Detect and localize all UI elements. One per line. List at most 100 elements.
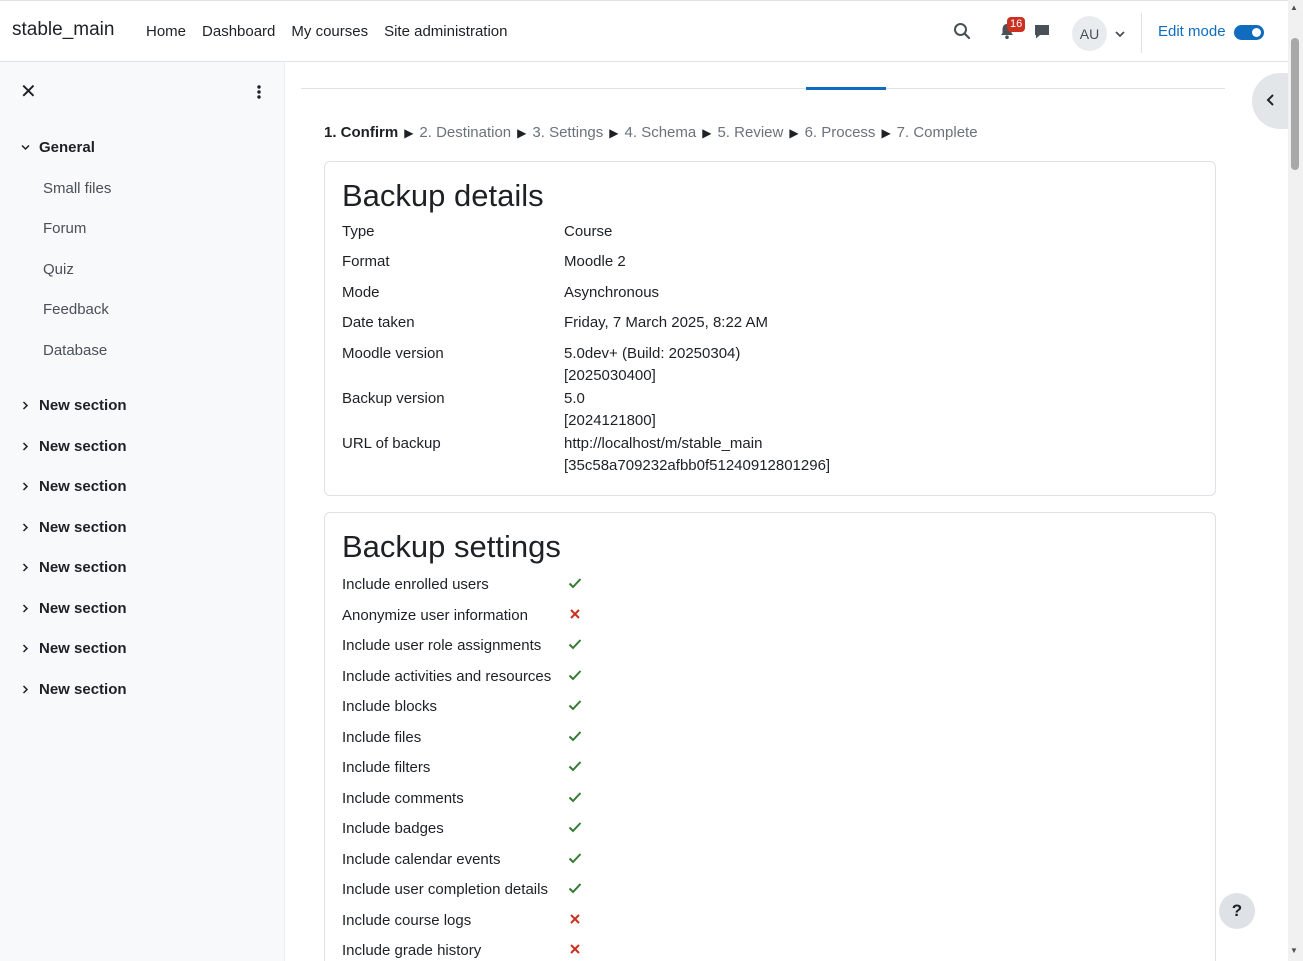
step-arrow-icon: ▶ — [881, 126, 891, 140]
sidebar-section-new-section[interactable]: New section — [20, 681, 127, 698]
setting-label: Include activities and resources — [342, 667, 552, 685]
backup-progress-steps: 1. Confirm ▶ 2. Destination ▶ 3. Settings ▶ 4.… — [324, 124, 978, 141]
primary-navigation: Home Dashboard My courses Site administr… — [146, 23, 508, 40]
setting-row: Include blocks — [342, 696, 582, 718]
setting-row: Include comments — [342, 788, 582, 810]
cross-icon — [568, 912, 582, 930]
backup-settings-heading: Backup settings — [342, 529, 561, 564]
site-brand[interactable]: stable_main — [12, 19, 114, 41]
sidebar-item-small-files[interactable]: Small files — [43, 180, 111, 197]
user-menu-chevron-icon[interactable] — [1114, 27, 1126, 44]
step-arrow-icon: ▶ — [609, 126, 619, 140]
scrollbar-thumb[interactable] — [1291, 38, 1299, 170]
nav-link-dashboard[interactable]: Dashboard — [202, 23, 275, 40]
chevron-left-icon — [1266, 94, 1274, 106]
backup-details-heading: Backup details — [342, 178, 544, 213]
sidebar-section-new-section[interactable]: New section — [20, 397, 127, 414]
detail-label: Format — [342, 253, 390, 270]
check-icon — [568, 759, 582, 777]
detail-label: Mode — [342, 284, 380, 301]
setting-label: Include files — [342, 728, 422, 746]
setting-row: Include course logs — [342, 910, 580, 932]
sidebar-section-label: New section — [39, 681, 127, 698]
detail-value: Asynchronous — [564, 284, 660, 301]
detail-value: 5.0dev+ (Build: 20250304) [2025030400] — [564, 343, 740, 387]
sidebar-section-general[interactable]: General — [20, 139, 95, 156]
secondary-nav-divider — [301, 88, 1225, 89]
check-icon — [568, 881, 582, 899]
sidebar-section-label: New section — [39, 600, 127, 617]
detail-value: Course — [564, 223, 613, 240]
detail-value-line: 5.0 — [564, 390, 585, 407]
nav-link-site-administration[interactable]: Site administration — [384, 23, 507, 40]
sidebar-section-new-section[interactable]: New section — [20, 559, 127, 576]
detail-row-date-taken: Date taken Friday, 7 March 2025, 8:22 AM — [342, 312, 768, 334]
setting-row: Include files — [342, 727, 582, 749]
scroll-down-arrow-icon[interactable]: ▼ — [1290, 946, 1298, 955]
detail-label: Backup version — [342, 390, 445, 407]
setting-label: Include comments — [342, 789, 464, 807]
chevron-right-icon — [22, 401, 29, 410]
edit-mode-label[interactable]: Edit mode — [1158, 23, 1226, 40]
step-confirm: 1. Confirm — [324, 124, 399, 141]
messages-icon[interactable] — [1033, 23, 1051, 45]
setting-label: Anonymize user information — [342, 606, 528, 624]
chevron-right-icon — [22, 563, 29, 572]
detail-label: Type — [342, 223, 375, 240]
detail-label: Moodle version — [342, 345, 444, 362]
navbar-divider — [1141, 13, 1142, 53]
kebab-menu-icon[interactable] — [252, 84, 266, 104]
step-arrow-icon: ▶ — [702, 126, 712, 140]
sidebar-section-new-section[interactable]: New section — [20, 478, 127, 495]
setting-label: Include badges — [342, 820, 444, 837]
setting-label: Include filters — [342, 759, 431, 776]
detail-row-url: URL of backup http://localhost/m/stable_… — [342, 433, 830, 474]
backup-details-card: Backup details Type Course Format Moodle… — [324, 161, 1216, 496]
detail-row-backup-version: Backup version 5.0 [2024121800] — [342, 388, 656, 429]
sidebar-section-new-section[interactable]: New section — [20, 640, 127, 657]
detail-row-mode: Mode Asynchronous — [342, 282, 659, 304]
step-arrow-icon: ▶ — [404, 126, 414, 140]
sidebar-section-new-section[interactable]: New section — [20, 438, 127, 455]
nav-link-home[interactable]: Home — [146, 23, 186, 40]
sidebar-section-label: New section — [39, 559, 127, 576]
check-icon — [568, 851, 582, 869]
setting-row: Include enrolled users — [342, 574, 582, 596]
setting-row: Include badges — [342, 818, 582, 840]
nav-link-my-courses[interactable]: My courses — [291, 23, 368, 40]
chevron-right-icon — [22, 644, 29, 653]
detail-row-format: Format Moodle 2 — [342, 251, 626, 273]
user-avatar[interactable]: AU — [1072, 16, 1107, 51]
sidebar-section-label: New section — [39, 640, 127, 657]
cross-icon — [568, 607, 582, 625]
step-destination: 2. Destination — [419, 124, 512, 141]
setting-row: Include activities and resources — [342, 666, 582, 688]
detail-value: http://localhost/m/stable_main [35c58a709… — [564, 433, 830, 477]
detail-value-line: [2024121800] — [564, 412, 656, 429]
check-icon — [568, 668, 582, 686]
main-content: 1. Confirm ▶ 2. Destination ▶ 3. Settings ▶ 4.… — [285, 62, 1288, 961]
sidebar-section-new-section[interactable]: New section — [20, 519, 127, 536]
sidebar-item-feedback[interactable]: Feedback — [43, 301, 109, 318]
check-icon — [568, 729, 582, 747]
setting-label: Include blocks — [342, 698, 438, 715]
sidebar-item-forum[interactable]: Forum — [43, 220, 86, 237]
step-schema: 4. Schema — [624, 124, 697, 141]
check-icon — [568, 698, 582, 716]
cross-icon — [568, 942, 582, 960]
sidebar-section-label: New section — [39, 438, 127, 455]
sidebar-section-label: General — [39, 139, 95, 156]
search-icon[interactable] — [953, 22, 971, 44]
detail-value: Friday, 7 March 2025, 8:22 AM — [564, 314, 768, 331]
sidebar-item-quiz[interactable]: Quiz — [43, 261, 74, 278]
setting-row: Include grade history — [342, 940, 580, 961]
scroll-up-arrow-icon[interactable]: ▲ — [1290, 3, 1298, 12]
secondary-nav-active-indicator — [806, 87, 886, 90]
help-button[interactable]: ? — [1219, 893, 1255, 929]
edit-mode-toggle[interactable] — [1234, 25, 1264, 40]
close-drawer-icon[interactable]: ✕ — [20, 82, 37, 102]
step-complete: 7. Complete — [896, 124, 978, 141]
sidebar-section-new-section[interactable]: New section — [20, 600, 127, 617]
setting-label: Include user role assignments — [342, 637, 542, 654]
sidebar-item-database[interactable]: Database — [43, 342, 107, 359]
